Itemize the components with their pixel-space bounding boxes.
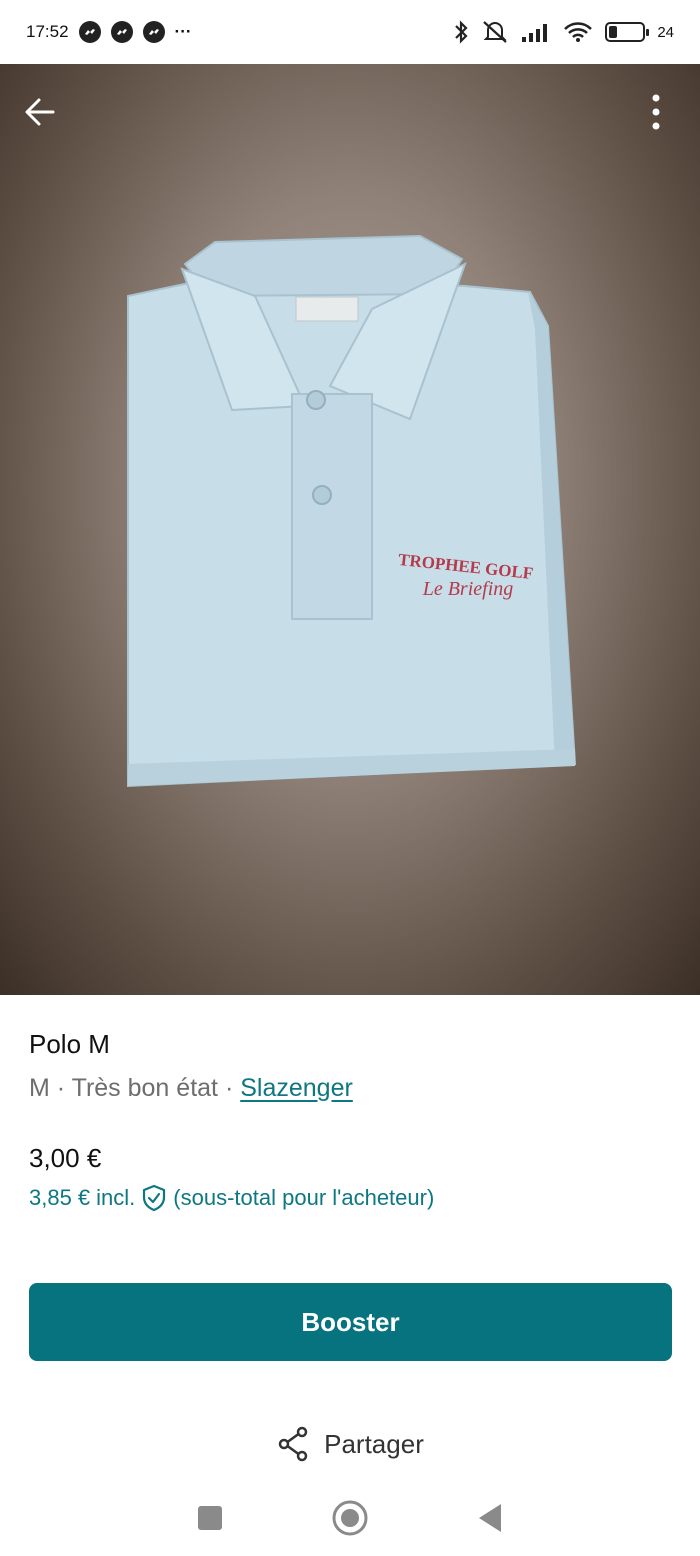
buyer-price-row[interactable]: 3,85 € incl. (sous-total pour l'acheteur…: [29, 1184, 671, 1212]
system-nav-bar: [0, 1480, 700, 1556]
brand-link[interactable]: Slazenger: [240, 1074, 353, 1102]
square-icon: [198, 1506, 222, 1530]
meta-separator: ·: [224, 1074, 234, 1102]
mute-icon: [483, 21, 508, 43]
share-button[interactable]: Partager: [0, 1420, 700, 1468]
buyer-price: 3,85 €: [29, 1185, 91, 1210]
messenger-icon: [110, 21, 133, 43]
booster-button[interactable]: Booster: [29, 1283, 672, 1361]
messenger-icon: [78, 21, 101, 43]
recents-button[interactable]: [190, 1498, 230, 1538]
item-meta: M · Très bon état · Slazenger: [29, 1074, 671, 1103]
embroidery-line2: Le Briefing: [422, 578, 514, 600]
share-icon: [278, 1426, 308, 1462]
circle-icon: [332, 1500, 368, 1536]
item-details: Polo M M · Très bon état · Slazenger 3,0…: [0, 995, 700, 1212]
arrow-left-icon: [25, 98, 55, 126]
item-price: 3,00 €: [29, 1143, 102, 1173]
item-condition: Très bon état: [71, 1074, 218, 1102]
buyer-incl: incl.: [96, 1185, 136, 1210]
polo-shirt-image: TROPHEE GOLF Le Briefing: [127, 234, 577, 788]
signal-icon: [522, 24, 548, 42]
more-notifications-icon: ···: [174, 22, 192, 41]
more-vertical-icon: [652, 94, 660, 130]
bluetooth-icon: [455, 20, 468, 44]
triangle-back-icon: [479, 1504, 501, 1532]
shield-check-icon: [143, 1184, 166, 1212]
status-time: 17:52: [26, 22, 69, 41]
back-button[interactable]: [16, 88, 64, 136]
product-photo[interactable]: TROPHEE GOLF Le Briefing: [0, 64, 700, 995]
battery-icon: [605, 22, 650, 42]
more-options-button[interactable]: [632, 88, 680, 136]
home-button[interactable]: [330, 1498, 370, 1538]
item-size: M: [29, 1074, 50, 1102]
wifi-icon: [564, 22, 593, 42]
share-label: Partager: [324, 1428, 424, 1459]
status-bar: 17:52 ··· 24: [0, 0, 700, 64]
item-title: Polo M: [29, 1029, 110, 1059]
battery-percent: 24: [657, 23, 674, 41]
meta-separator: ·: [56, 1074, 66, 1102]
messenger-icon: [142, 21, 165, 43]
buyer-note: (sous-total pour l'acheteur): [173, 1185, 435, 1210]
back-nav-button[interactable]: [470, 1498, 510, 1538]
